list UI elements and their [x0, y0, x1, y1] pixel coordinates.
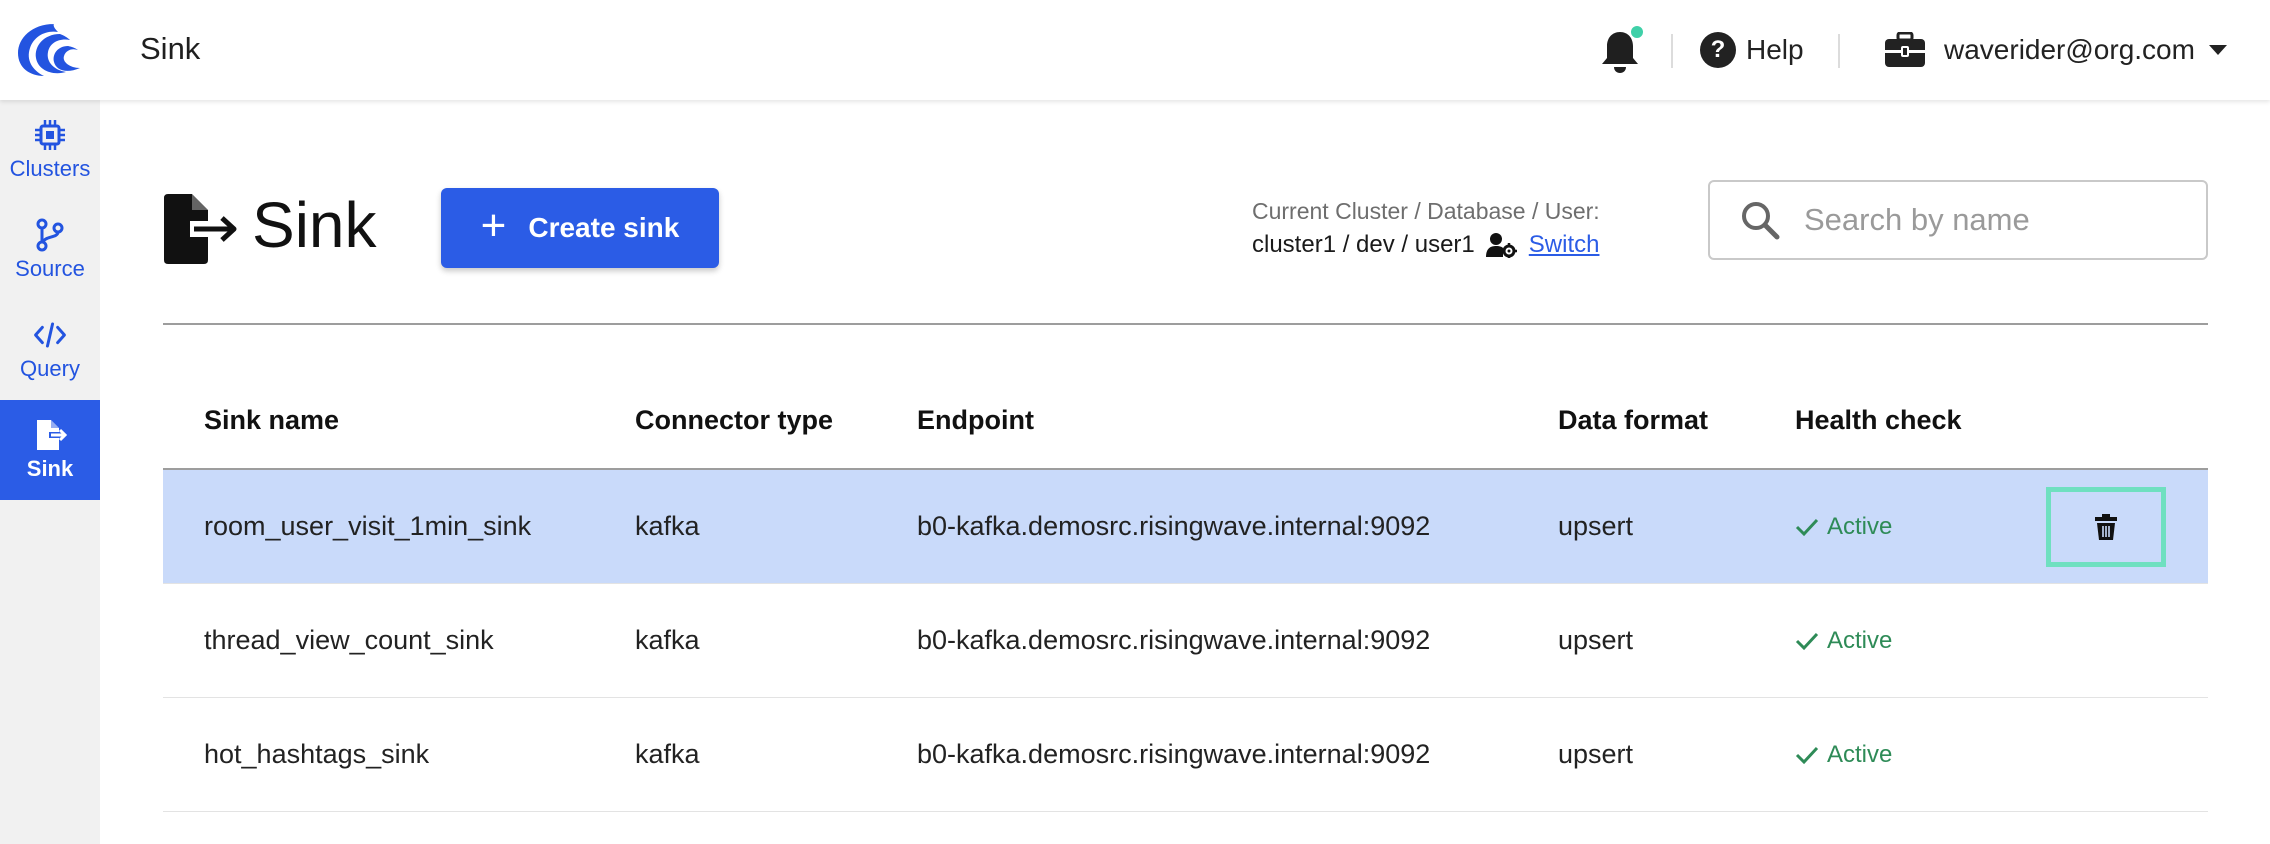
code-icon	[34, 322, 66, 348]
user-gear-icon	[1485, 233, 1517, 258]
create-sink-label: Create sink	[528, 212, 680, 243]
health-status: Active	[1795, 627, 1892, 655]
briefcase-icon	[1885, 32, 1925, 67]
cluster-value: cluster1 / dev / user1	[1252, 231, 1475, 258]
sink-name-cell: thread_view_count_sink	[204, 625, 494, 655]
sinks-table: Sink name Connector type Endpoint Data f…	[163, 375, 2208, 812]
sidebar: Clusters Source Query Sink	[0, 100, 100, 844]
search-icon	[1742, 202, 1780, 240]
table-row[interactable]: room_user_visit_1min_sink kafka b0-kafka…	[163, 470, 2208, 584]
file-export-icon	[164, 194, 237, 264]
table-header: Sink name Connector type Endpoint Data f…	[163, 375, 2208, 470]
logo-icon[interactable]	[14, 20, 84, 78]
health-status: Active	[1795, 513, 1892, 541]
delete-button[interactable]	[2046, 487, 2166, 567]
sidebar-item-source[interactable]: Source	[0, 200, 100, 300]
file-export-icon	[37, 420, 67, 450]
divider	[1838, 34, 1840, 68]
check-icon	[1795, 746, 1819, 765]
data-format-cell: upsert	[1558, 739, 1634, 769]
column-header-health-check[interactable]: Health check	[1795, 405, 1962, 436]
help-label: Help	[1746, 34, 1804, 65]
top-bar: Sink ? Help waverider@org.com	[0, 0, 2270, 100]
column-header-data-format[interactable]: Data format	[1558, 405, 1708, 436]
sidebar-item-query[interactable]: Query	[0, 300, 100, 400]
chip-icon	[35, 120, 65, 150]
health-status-label: Active	[1827, 741, 1893, 768]
column-header-endpoint[interactable]: Endpoint	[917, 405, 1034, 436]
endpoint-cell: b0-kafka.demosrc.risingwave.internal:909…	[917, 511, 1431, 541]
connector-type-cell: kafka	[635, 739, 700, 769]
create-sink-button[interactable]: + Create sink	[441, 188, 719, 268]
column-header-connector-type[interactable]: Connector type	[635, 405, 833, 436]
switch-link[interactable]: Switch	[1529, 231, 1600, 259]
sidebar-item-label: Query	[20, 356, 80, 381]
chevron-down-icon	[2208, 45, 2227, 55]
endpoint-cell: b0-kafka.demosrc.risingwave.internal:909…	[917, 625, 1431, 655]
connector-type-cell: kafka	[635, 511, 700, 541]
health-status-label: Active	[1827, 513, 1893, 540]
health-status: Active	[1795, 741, 1892, 769]
table-row[interactable]: thread_view_count_sink kafka b0-kafka.de…	[163, 584, 2208, 698]
sidebar-item-clusters[interactable]: Clusters	[0, 100, 100, 200]
app-title: Sink	[140, 31, 201, 66]
column-header-sink-name[interactable]: Sink name	[204, 405, 339, 436]
sidebar-item-sink[interactable]: Sink	[0, 400, 100, 500]
cluster-caption: Current Cluster / Database / User:	[1252, 198, 1600, 224]
health-status-label: Active	[1827, 627, 1893, 654]
divider	[1671, 34, 1673, 68]
plus-icon: +	[480, 201, 507, 250]
endpoint-cell: b0-kafka.demosrc.risingwave.internal:909…	[917, 739, 1431, 769]
sidebar-item-label: Source	[15, 256, 85, 281]
table-row[interactable]: hot_hashtags_sink kafka b0-kafka.demosrc…	[163, 698, 2208, 812]
data-format-cell: upsert	[1558, 625, 1634, 655]
search-box	[1708, 180, 2208, 260]
branch-icon	[36, 218, 64, 252]
search-input[interactable]	[1804, 202, 2184, 238]
notification-dot	[1629, 24, 1645, 40]
user-email: waverider@org.com	[1944, 34, 2195, 65]
data-format-cell: upsert	[1558, 511, 1634, 541]
user-menu[interactable]: waverider@org.com	[1884, 28, 2227, 72]
help-button[interactable]: ? Help	[1700, 30, 1804, 70]
connector-type-cell: kafka	[635, 625, 700, 655]
sidebar-item-label: Clusters	[9, 156, 91, 181]
check-icon	[1795, 632, 1819, 651]
sink-name-cell: hot_hashtags_sink	[204, 739, 430, 769]
header-divider	[163, 323, 2208, 325]
sidebar-item-label: Sink	[26, 456, 74, 481]
sink-name-cell: room_user_visit_1min_sink	[204, 511, 532, 541]
cluster-context: cluster1 / dev / user1 Switch	[1252, 230, 1599, 260]
help-icon: ?	[1700, 32, 1736, 68]
page-title: Sink	[252, 189, 377, 261]
check-icon	[1795, 518, 1819, 537]
trash-icon	[2095, 514, 2117, 540]
